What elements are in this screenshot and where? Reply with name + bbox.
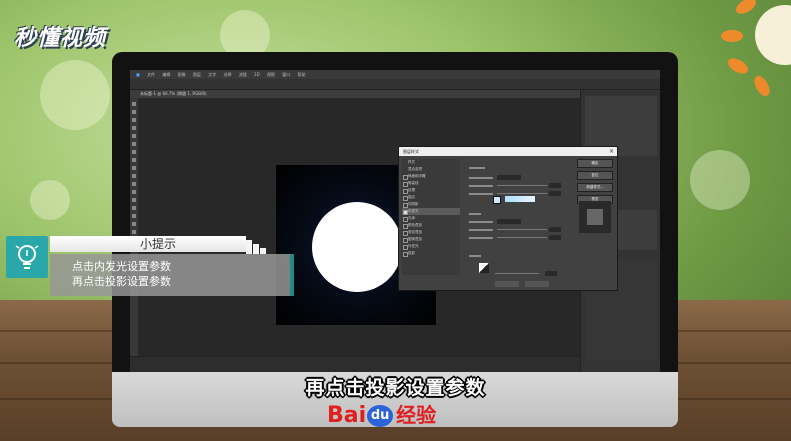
style-item[interactable]: 纹理	[402, 187, 460, 194]
baidu-jingyan-logo: Bai du 经验	[327, 402, 436, 428]
ok-button[interactable]: 确定	[577, 159, 613, 168]
tip-decoration	[253, 244, 259, 254]
close-icon[interactable]: ×	[609, 147, 614, 156]
tip-box: 小提示 点击内发光设置参数 再点击投影设置参数	[6, 236, 296, 298]
tip-icon-box	[6, 236, 48, 278]
menu-item[interactable]: 文字	[208, 70, 216, 79]
new-style-button[interactable]: 新建样式...	[577, 183, 613, 192]
contour-picker[interactable]	[479, 263, 489, 273]
menu-item[interactable]: 帮助	[298, 70, 306, 79]
watermark-logo: 秒懂视频	[14, 26, 107, 51]
bokeh-light	[40, 60, 110, 130]
ps-logo-icon: ■	[136, 72, 140, 77]
style-item[interactable]: 内阴影	[402, 201, 460, 208]
inner-glow-settings[interactable]	[465, 159, 573, 287]
menu-item[interactable]: 窗口	[282, 70, 290, 79]
tip-header: 小提示	[50, 236, 246, 252]
style-item[interactable]: 渐变叠加	[402, 229, 460, 236]
style-item[interactable]: 样式	[402, 159, 460, 166]
style-item[interactable]: 图案叠加	[402, 236, 460, 243]
style-item[interactable]: 等高线	[402, 180, 460, 187]
photoshop-window: ■ 文件 编辑 图像 图层 文字 选择 滤镜 3D 视图 窗口 帮助 未标题-1…	[130, 70, 660, 372]
style-item[interactable]: 斜面和浮雕	[402, 173, 460, 180]
tip-line: 再点击投影设置参数	[72, 275, 171, 288]
style-item[interactable]: 颜色叠加	[402, 222, 460, 229]
tip-accent-bar	[290, 254, 294, 296]
menu-item[interactable]: 视图	[267, 70, 275, 79]
style-item[interactable]: 混合选项	[402, 166, 460, 173]
tip-line: 点击内发光设置参数	[72, 260, 171, 273]
status-bar	[130, 356, 580, 372]
set-default-button[interactable]	[495, 281, 519, 287]
white-circle-shape[interactable]	[312, 202, 402, 292]
tools-panel[interactable]	[130, 98, 138, 356]
bokeh-light	[30, 180, 70, 220]
glow-gradient-swatch[interactable]	[505, 196, 535, 202]
menu-item[interactable]: 滤镜	[239, 70, 247, 79]
style-item[interactable]: 光泽	[402, 215, 460, 222]
menu-item[interactable]: 图像	[178, 70, 186, 79]
sun-decoration	[715, 0, 791, 100]
monitor-bezel: ■ 文件 编辑 图像 图层 文字 选择 滤镜 3D 视图 窗口 帮助 未标题-1…	[112, 52, 678, 372]
menu-item[interactable]: 文件	[147, 70, 155, 79]
reset-button[interactable]: 复位	[577, 171, 613, 180]
tip-decoration	[246, 240, 252, 254]
glow-color-swatch[interactable]	[493, 196, 501, 204]
bokeh-light	[690, 150, 750, 210]
options-bar[interactable]	[130, 79, 660, 90]
document-tab[interactable]: 未标题-1 @ 66.7% (椭圆 1, RGB/8)	[130, 90, 580, 98]
reset-default-button[interactable]	[525, 281, 549, 287]
dialog-buttons: 确定 复位 新建样式... 预览	[577, 159, 613, 207]
brand-suffix: 经验	[396, 403, 437, 427]
background-scene: 秒懂视频 ■ 文件 编辑 图像 图层 文字 选择 滤镜 3D 视图 窗口 帮助	[0, 0, 791, 441]
brand-du-paw: du	[367, 405, 394, 427]
menu-item[interactable]: 编辑	[162, 70, 170, 79]
menu-item[interactable]: 图层	[193, 70, 201, 79]
dialog-title: 图层样式	[399, 147, 617, 156]
style-item[interactable]: 投影	[402, 250, 460, 257]
style-preview	[579, 201, 611, 233]
lightbulb-icon	[15, 245, 39, 269]
style-item-selected[interactable]: 内发光	[402, 208, 460, 215]
style-item[interactable]: 外发光	[402, 243, 460, 250]
menu-item[interactable]: 选择	[223, 70, 231, 79]
style-list[interactable]: 样式 混合选项 斜面和浮雕 等高线 纹理 描边 内阴影 内发光 光泽 颜色叠加 …	[402, 159, 460, 275]
menu-bar: ■ 文件 编辑 图像 图层 文字 选择 滤镜 3D 视图 窗口 帮助	[130, 70, 660, 79]
brand-bai: Bai	[327, 403, 367, 428]
tip-title: 小提示	[140, 237, 177, 251]
layer-style-dialog[interactable]: 图层样式 × 样式 混合选项 斜面和浮雕 等高线 纹理 描边 内阴影 内发光 光…	[398, 146, 618, 291]
menu-item[interactable]: 3D	[254, 70, 260, 79]
style-item[interactable]: 描边	[402, 194, 460, 201]
video-subtitle: 再点击投影设置参数	[305, 377, 486, 399]
